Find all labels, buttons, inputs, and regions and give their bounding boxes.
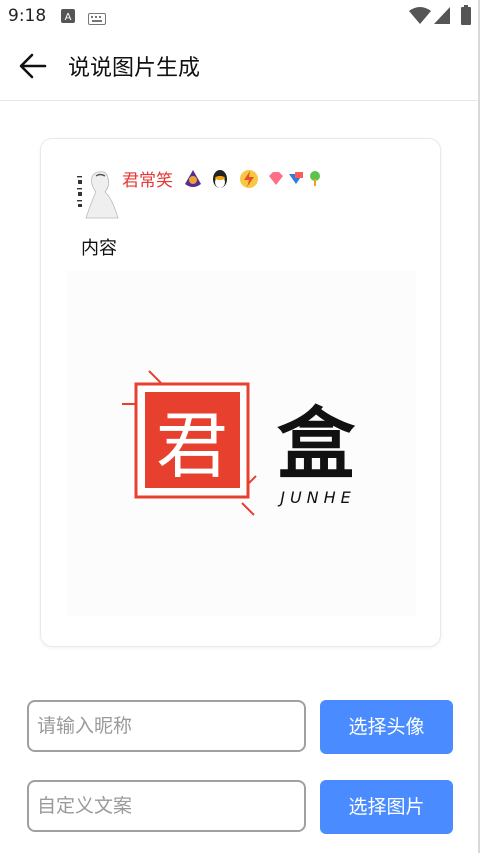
status-time: 9:18 [8,6,47,26]
vip-badge-icon [289,172,303,184]
app-bar: 说说图片生成 [0,32,480,101]
content-text: 内容 [81,238,117,259]
nickname-input[interactable] [27,700,306,752]
gem-badge-icon [269,172,283,185]
arrow-left-icon[interactable] [18,52,48,80]
choose-image-button[interactable]: 选择图片 [320,780,453,834]
avatar[interactable] [74,164,124,220]
logo-latin: JUNHE [277,488,356,507]
custom-text-input[interactable] [27,780,306,832]
wifi-icon [409,7,431,28]
qq-penguin-badge-icon [213,170,227,188]
keyboard-icon [88,10,106,29]
page-title: 说说图片生成 [68,56,201,81]
svg-text:A: A [65,12,72,23]
font-a-icon: A [61,8,75,27]
logo-seal-char: 君 [156,404,228,488]
signal-icon [434,7,450,28]
qq-badge-purple-icon [185,170,201,187]
logo-char: 盒 [277,399,356,490]
choose-avatar-button[interactable]: 选择头像 [320,700,453,754]
status-bar: 9:18 A [0,0,480,32]
battery-icon [461,5,471,29]
preview-card: 君常笑 内容 君 盒 JUNHE [40,138,441,647]
plant-badge-icon [310,171,320,186]
junhe-logo: 君 盒 JUNHE [122,370,356,516]
preview-image: 君 盒 JUNHE [66,271,416,616]
badge-list [183,168,323,190]
nickname-text: 君常笑 [122,171,173,191]
lightning-badge-icon [240,170,258,188]
